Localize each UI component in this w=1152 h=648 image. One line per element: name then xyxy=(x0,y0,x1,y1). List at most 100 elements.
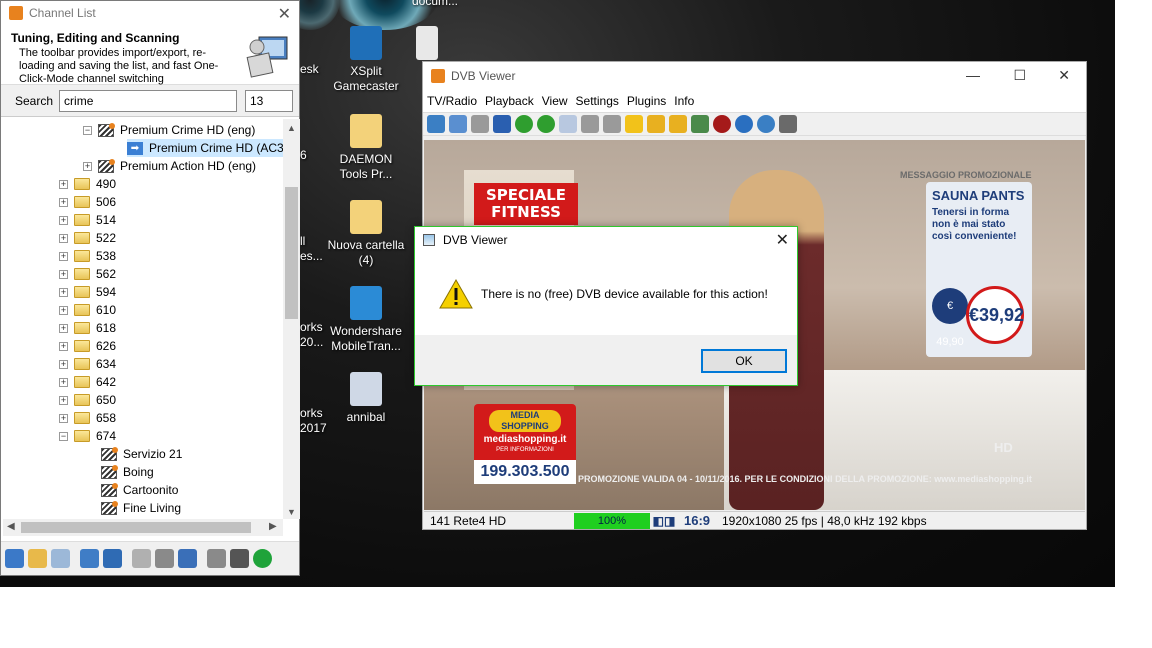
teletext-icon[interactable] xyxy=(471,115,489,133)
tree-item-folder[interactable]: +490 xyxy=(59,175,116,193)
scroll-up-icon[interactable]: ▲ xyxy=(287,123,296,133)
desktop-icon-xsplit[interactable]: XSplit Gamecaster xyxy=(326,26,406,94)
tree-item-folder[interactable]: +626 xyxy=(59,337,116,355)
status-channel: 141 Rete4 HD xyxy=(430,513,507,528)
expand-icon[interactable]: + xyxy=(59,179,68,189)
expand-icon[interactable]: + xyxy=(59,323,68,333)
search-input[interactable] xyxy=(59,89,237,112)
tree-item-folder[interactable]: +618 xyxy=(59,319,116,337)
expand-icon[interactable]: + xyxy=(59,305,68,315)
expand-icon[interactable]: + xyxy=(59,359,68,369)
menu-playback[interactable]: Playback xyxy=(485,94,534,108)
window-icon[interactable] xyxy=(449,115,467,133)
bag-icon[interactable] xyxy=(230,549,249,568)
globe-icon[interactable] xyxy=(735,115,753,133)
volume-down-icon[interactable] xyxy=(647,115,665,133)
desktop-icon-daemon-tools[interactable]: DAEMON Tools Pr... xyxy=(326,114,406,182)
scrollbar-thumb[interactable] xyxy=(285,187,298,319)
tree-item-folder[interactable]: +658 xyxy=(59,409,116,427)
close-icon[interactable]: ✕ xyxy=(278,4,291,24)
tree-item-folder[interactable]: +634 xyxy=(59,355,116,373)
desktop-icon-document[interactable] xyxy=(402,26,452,64)
expand-icon[interactable]: + xyxy=(59,251,68,261)
undo-icon[interactable] xyxy=(132,549,151,568)
tree-item-folder[interactable]: +562 xyxy=(59,265,116,283)
dvb-viewer-titlebar[interactable]: DVB Viewer — ☐ ✕ xyxy=(423,62,1086,90)
tree-item-channel[interactable]: Cartoonito xyxy=(101,481,178,499)
delete-icon[interactable] xyxy=(178,549,197,568)
dialog-titlebar[interactable]: DVB Viewer ✕ xyxy=(415,227,797,253)
tree-horizontal-scrollbar[interactable]: ◀ ▶ xyxy=(3,519,283,536)
scrollbar-thumb[interactable] xyxy=(21,522,251,533)
expand-icon[interactable]: + xyxy=(59,287,68,297)
open-folder-icon[interactable] xyxy=(28,549,47,568)
desktop-icon-wondershare[interactable]: Wondershare MobileTran... xyxy=(326,286,406,354)
tree-item-channel[interactable]: Servizio 21 xyxy=(101,445,182,463)
expand-icon[interactable]: + xyxy=(59,341,68,351)
tree-item-folder[interactable]: +514 xyxy=(59,211,116,229)
tree-item-folder[interactable]: +650 xyxy=(59,391,116,409)
tree-item-folder[interactable]: +506 xyxy=(59,193,116,211)
tree-item-channel[interactable]: Boing xyxy=(101,463,154,481)
tree-item-channel[interactable]: + Premium Action HD (eng) xyxy=(83,157,256,175)
scroll-left-icon[interactable]: ◀ xyxy=(7,521,15,532)
apply-check-icon[interactable] xyxy=(253,549,272,568)
record-icon[interactable] xyxy=(713,115,731,133)
tree-item-folder[interactable]: +642 xyxy=(59,373,116,391)
snapshot-icon[interactable] xyxy=(779,115,797,133)
result-count-field[interactable] xyxy=(245,89,293,112)
menu-tv-radio[interactable]: TV/Radio xyxy=(427,94,477,108)
tree-item-channel[interactable]: Fine Living xyxy=(101,499,181,517)
tree-item-channel[interactable]: − Premium Crime HD (eng) xyxy=(83,121,255,139)
tree-item-folder[interactable]: +538 xyxy=(59,247,116,265)
menu-view[interactable]: View xyxy=(542,94,568,108)
expand-icon[interactable]: + xyxy=(59,269,68,279)
minimize-icon[interactable]: — xyxy=(966,67,980,83)
ok-button[interactable]: OK xyxy=(701,349,787,373)
tree-item-folder[interactable]: −674 xyxy=(59,427,116,445)
scroll-right-icon[interactable]: ▶ xyxy=(269,521,277,532)
collapse-icon[interactable]: − xyxy=(83,125,92,135)
desktop-icon-annibal[interactable]: annibal xyxy=(326,372,406,425)
reload-icon[interactable] xyxy=(103,549,122,568)
expand-icon[interactable]: + xyxy=(83,161,92,171)
channel-tree[interactable]: − Premium Crime HD (eng) ➡ Premium Crime… xyxy=(3,119,283,519)
expand-icon[interactable]: + xyxy=(59,215,68,225)
save-icon[interactable] xyxy=(155,549,174,568)
expand-icon[interactable]: + xyxy=(59,197,68,207)
expand-icon[interactable]: + xyxy=(59,233,68,243)
close-icon[interactable]: ✕ xyxy=(1058,67,1070,84)
collapse-icon[interactable]: − xyxy=(59,431,68,441)
tree-vertical-scrollbar[interactable]: ▲ ▼ xyxy=(283,119,300,519)
picture-icon[interactable] xyxy=(691,115,709,133)
menu-plugins[interactable]: Plugins xyxy=(627,94,666,108)
search-icon[interactable] xyxy=(51,549,70,568)
forward-icon[interactable] xyxy=(537,115,555,133)
import-icon[interactable] xyxy=(80,549,99,568)
tree-item-folder[interactable]: +610 xyxy=(59,301,116,319)
expand-icon[interactable]: + xyxy=(59,395,68,405)
channel-list-titlebar[interactable]: Channel List ✕ xyxy=(1,1,299,25)
favorite-star-icon[interactable] xyxy=(625,115,643,133)
channel-list-icon[interactable] xyxy=(427,115,445,133)
menu-info[interactable]: Info xyxy=(674,94,694,108)
clock-icon[interactable] xyxy=(757,115,775,133)
back-icon[interactable] xyxy=(515,115,533,133)
expand-icon[interactable]: + xyxy=(59,413,68,423)
playback-icon[interactable] xyxy=(559,115,577,133)
previous-icon[interactable] xyxy=(581,115,599,133)
edit-icon[interactable] xyxy=(5,549,24,568)
volume-up-icon[interactable] xyxy=(669,115,687,133)
expand-icon[interactable]: + xyxy=(59,377,68,387)
scroll-down-icon[interactable]: ▼ xyxy=(287,507,296,517)
next-icon[interactable] xyxy=(603,115,621,133)
maximize-icon[interactable]: ☐ xyxy=(1013,67,1026,84)
epg-icon[interactable] xyxy=(493,115,511,133)
tree-item-selected[interactable]: ➡ Premium Crime HD (AC3, xyxy=(127,139,283,157)
tree-item-folder[interactable]: +594 xyxy=(59,283,116,301)
move-icon[interactable] xyxy=(207,549,226,568)
menu-settings[interactable]: Settings xyxy=(576,94,619,108)
desktop-icon-nuova-cartella[interactable]: Nuova cartella (4) xyxy=(326,200,406,268)
tree-item-folder[interactable]: +522 xyxy=(59,229,116,247)
close-icon[interactable]: ✕ xyxy=(776,230,789,250)
